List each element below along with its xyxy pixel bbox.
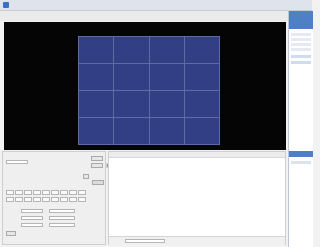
- camera-cell[interactable]: [149, 64, 184, 90]
- key-button[interactable]: [69, 190, 77, 195]
- key-button[interactable]: [60, 197, 68, 202]
- key-button[interactable]: [51, 197, 59, 202]
- camera-cell[interactable]: [79, 91, 114, 117]
- camera-cell[interactable]: [184, 91, 219, 117]
- sidebar-row[interactable]: [291, 33, 311, 36]
- key-button[interactable]: [78, 190, 86, 195]
- sidebar-row[interactable]: [291, 43, 311, 46]
- sidebar-row[interactable]: [291, 48, 311, 51]
- input-field[interactable]: [49, 216, 75, 220]
- key-button[interactable]: [24, 190, 32, 195]
- camera-cell[interactable]: [114, 91, 149, 117]
- sidebar-bottom-header: [289, 151, 313, 157]
- camera-cell[interactable]: [79, 118, 114, 144]
- camera-cell[interactable]: [184, 118, 219, 144]
- app-icon: [3, 2, 9, 8]
- input-field[interactable]: [21, 223, 43, 227]
- panel-button[interactable]: [91, 156, 103, 161]
- panel-button[interactable]: [6, 231, 16, 236]
- input-field[interactable]: [49, 209, 75, 213]
- key-button[interactable]: [15, 190, 23, 195]
- log-filter-field[interactable]: [125, 239, 165, 243]
- key-button[interactable]: [24, 197, 32, 202]
- input-field[interactable]: [21, 209, 43, 213]
- device-sidebar: [288, 11, 313, 247]
- camera-cell[interactable]: [149, 91, 184, 117]
- camera-cell[interactable]: [184, 37, 219, 63]
- menu-bar: [0, 11, 288, 21]
- camera-cell[interactable]: [184, 64, 219, 90]
- log-header: [109, 152, 285, 158]
- key-button[interactable]: [33, 197, 41, 202]
- panel-button[interactable]: [83, 174, 89, 179]
- camera-grid: [78, 36, 220, 145]
- key-button[interactable]: [42, 197, 50, 202]
- camera-cell[interactable]: [79, 37, 114, 63]
- key-button[interactable]: [69, 197, 77, 202]
- window-titlebar: [0, 0, 312, 11]
- key-button[interactable]: [42, 190, 50, 195]
- camera-cell[interactable]: [114, 118, 149, 144]
- sidebar-row[interactable]: [291, 55, 311, 58]
- camera-cell[interactable]: [114, 64, 149, 90]
- control-panel: [2, 151, 106, 245]
- camera-cell[interactable]: [149, 118, 184, 144]
- key-button[interactable]: [33, 190, 41, 195]
- camera-cell[interactable]: [114, 37, 149, 63]
- sidebar-row[interactable]: [291, 38, 311, 41]
- log-footer: [109, 236, 285, 245]
- panel-button[interactable]: [91, 163, 103, 168]
- event-log-panel: [108, 151, 286, 245]
- video-viewer: [4, 22, 286, 168]
- camera-cell[interactable]: [79, 64, 114, 90]
- key-button[interactable]: [78, 197, 86, 202]
- panel-button[interactable]: [92, 180, 104, 185]
- camera-cell[interactable]: [149, 37, 184, 63]
- input-field[interactable]: [21, 216, 43, 220]
- sidebar-header: [289, 11, 313, 29]
- input-field[interactable]: [49, 223, 75, 227]
- key-button[interactable]: [6, 190, 14, 195]
- key-button[interactable]: [15, 197, 23, 202]
- device-field[interactable]: [6, 160, 28, 164]
- key-button[interactable]: [60, 190, 68, 195]
- sidebar-row[interactable]: [291, 161, 311, 164]
- key-button[interactable]: [51, 190, 59, 195]
- key-button[interactable]: [6, 197, 14, 202]
- sidebar-row[interactable]: [291, 61, 311, 64]
